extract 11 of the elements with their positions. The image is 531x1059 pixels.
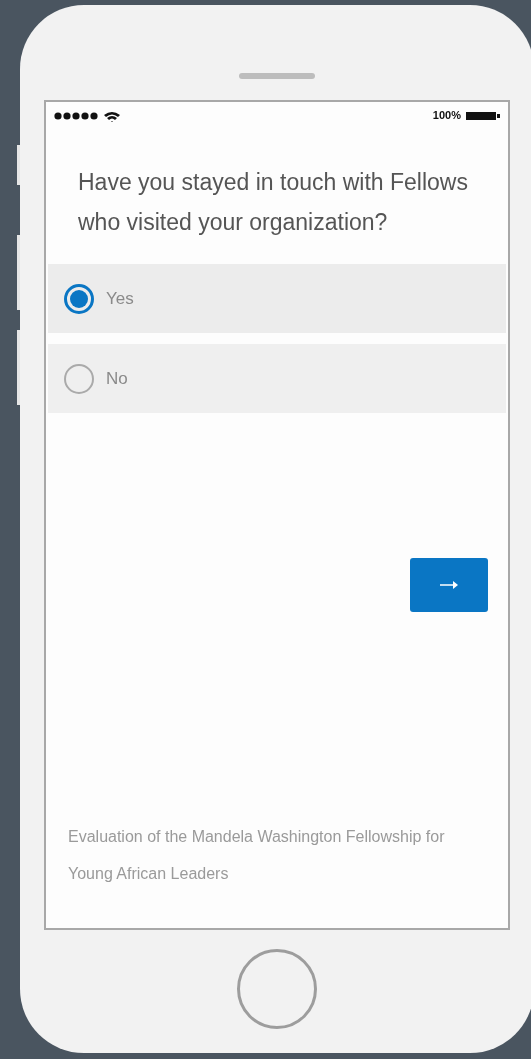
option-label: Yes (106, 287, 134, 310)
radio-option[interactable]: Yes (48, 264, 506, 333)
option-label: No (106, 367, 128, 390)
radio-option[interactable]: No (48, 344, 506, 413)
right-arrow-icon (440, 581, 458, 589)
signal-wifi-icon (54, 109, 122, 122)
battery-icon (466, 110, 500, 121)
footer-text: Evaluation of the Mandela Washington Fellowship for Young African Leaders (68, 827, 446, 884)
battery-percentage: 100% (432, 108, 461, 124)
question-text: Have you stayed in touch with Fellows who visited your organization? (78, 168, 469, 237)
home-button[interactable] (237, 949, 317, 1029)
